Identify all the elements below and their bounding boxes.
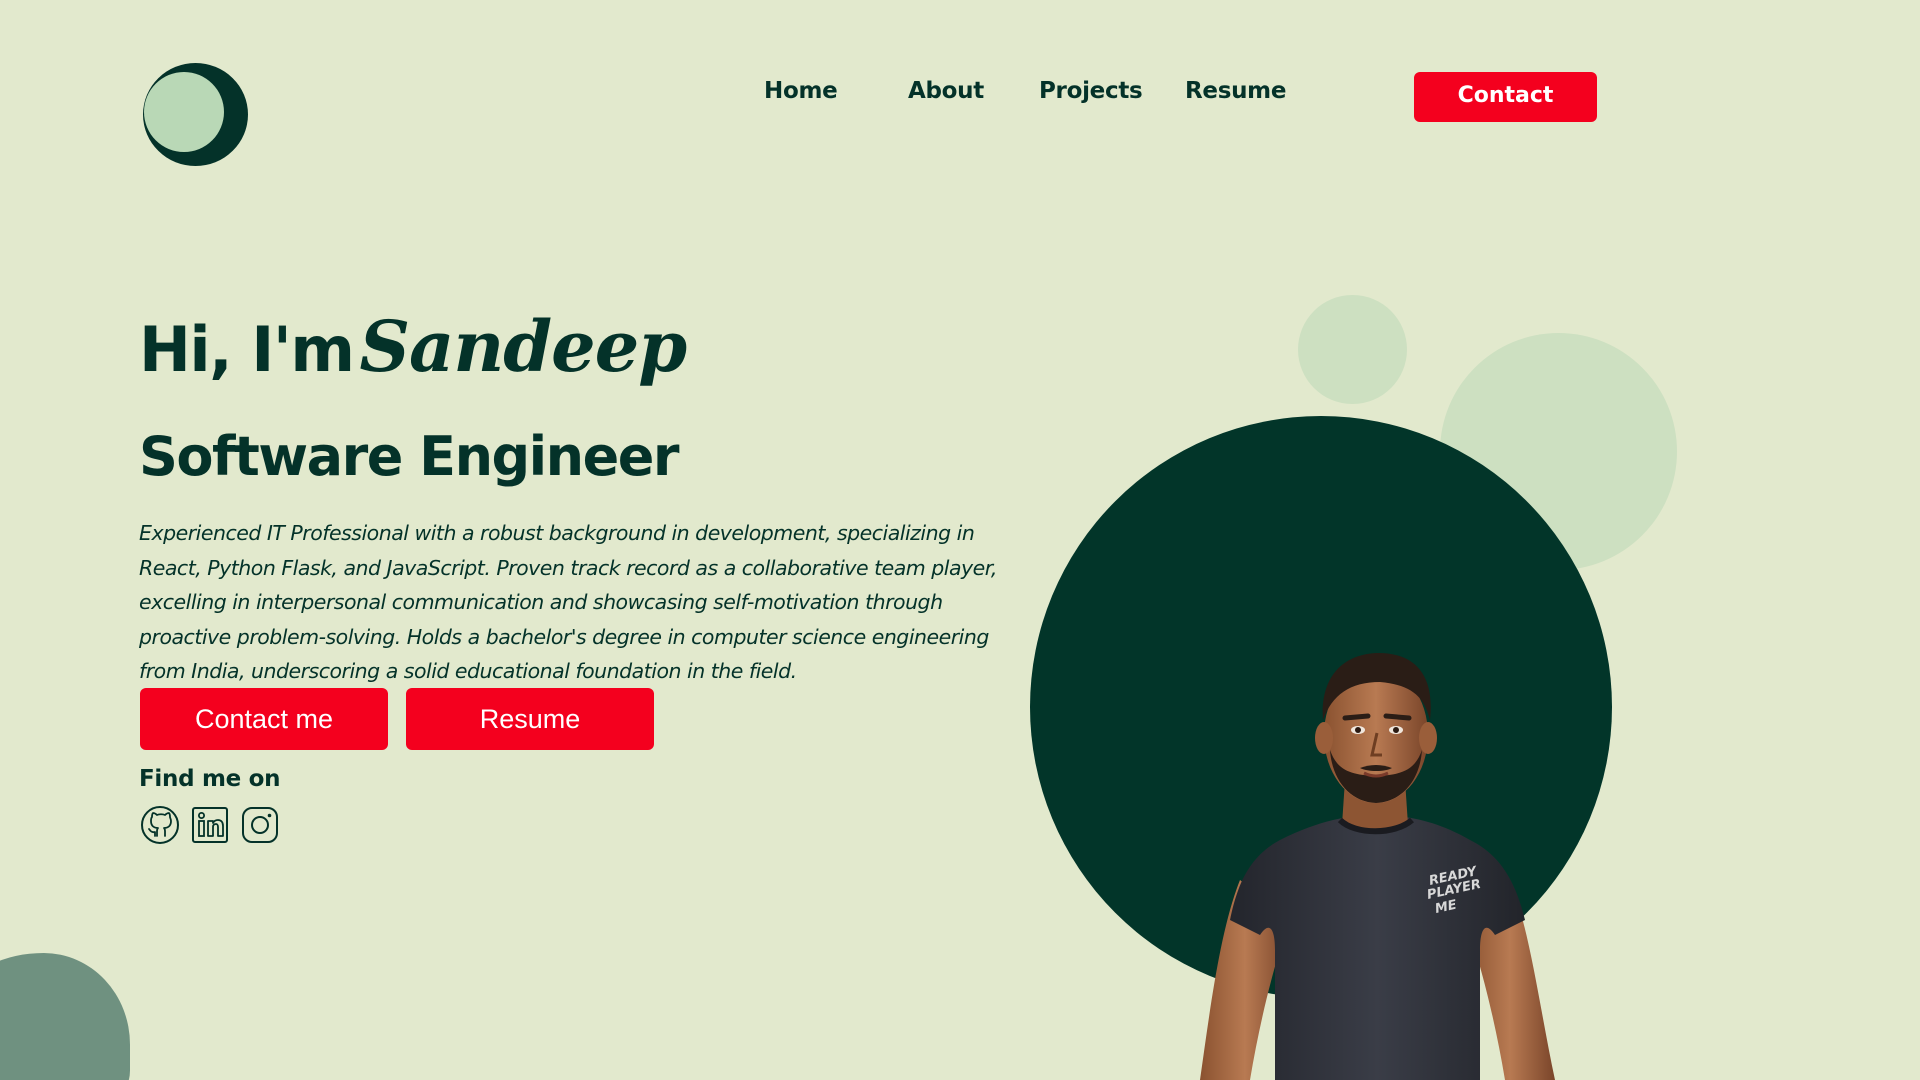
nav-projects-link[interactable]: Projects <box>1039 78 1143 104</box>
contact-me-button[interactable]: Contact me <box>140 688 388 750</box>
main-nav: Home About Projects Resume <box>0 78 1920 112</box>
resume-button[interactable]: Resume <box>406 688 654 750</box>
portfolio-page: Home About Projects Resume Contact Hi, I… <box>0 0 1920 1080</box>
instagram-icon[interactable] <box>240 805 280 845</box>
linkedin-icon[interactable] <box>190 805 230 845</box>
nav-contact-button[interactable]: Contact <box>1414 72 1597 122</box>
github-icon[interactable] <box>140 805 180 845</box>
nav-about-link[interactable]: About <box>908 78 984 104</box>
greeting-text: Hi, I'm <box>139 313 355 386</box>
hero-greeting: Hi, I'mSandeep <box>139 305 687 388</box>
nav-home-link[interactable]: Home <box>764 78 838 104</box>
find-me-label: Find me on <box>139 766 281 792</box>
hero-role: Software Engineer <box>139 425 680 488</box>
hero-bio: Experienced IT Professional with a robus… <box>139 521 997 684</box>
nav-resume-link[interactable]: Resume <box>1185 78 1286 104</box>
hero-name: Sandeep <box>359 305 687 388</box>
avatar-image: READY PLAYER ME <box>1180 630 1570 1080</box>
small-decorative-circle <box>1298 295 1407 404</box>
decorative-blob <box>0 953 130 1080</box>
